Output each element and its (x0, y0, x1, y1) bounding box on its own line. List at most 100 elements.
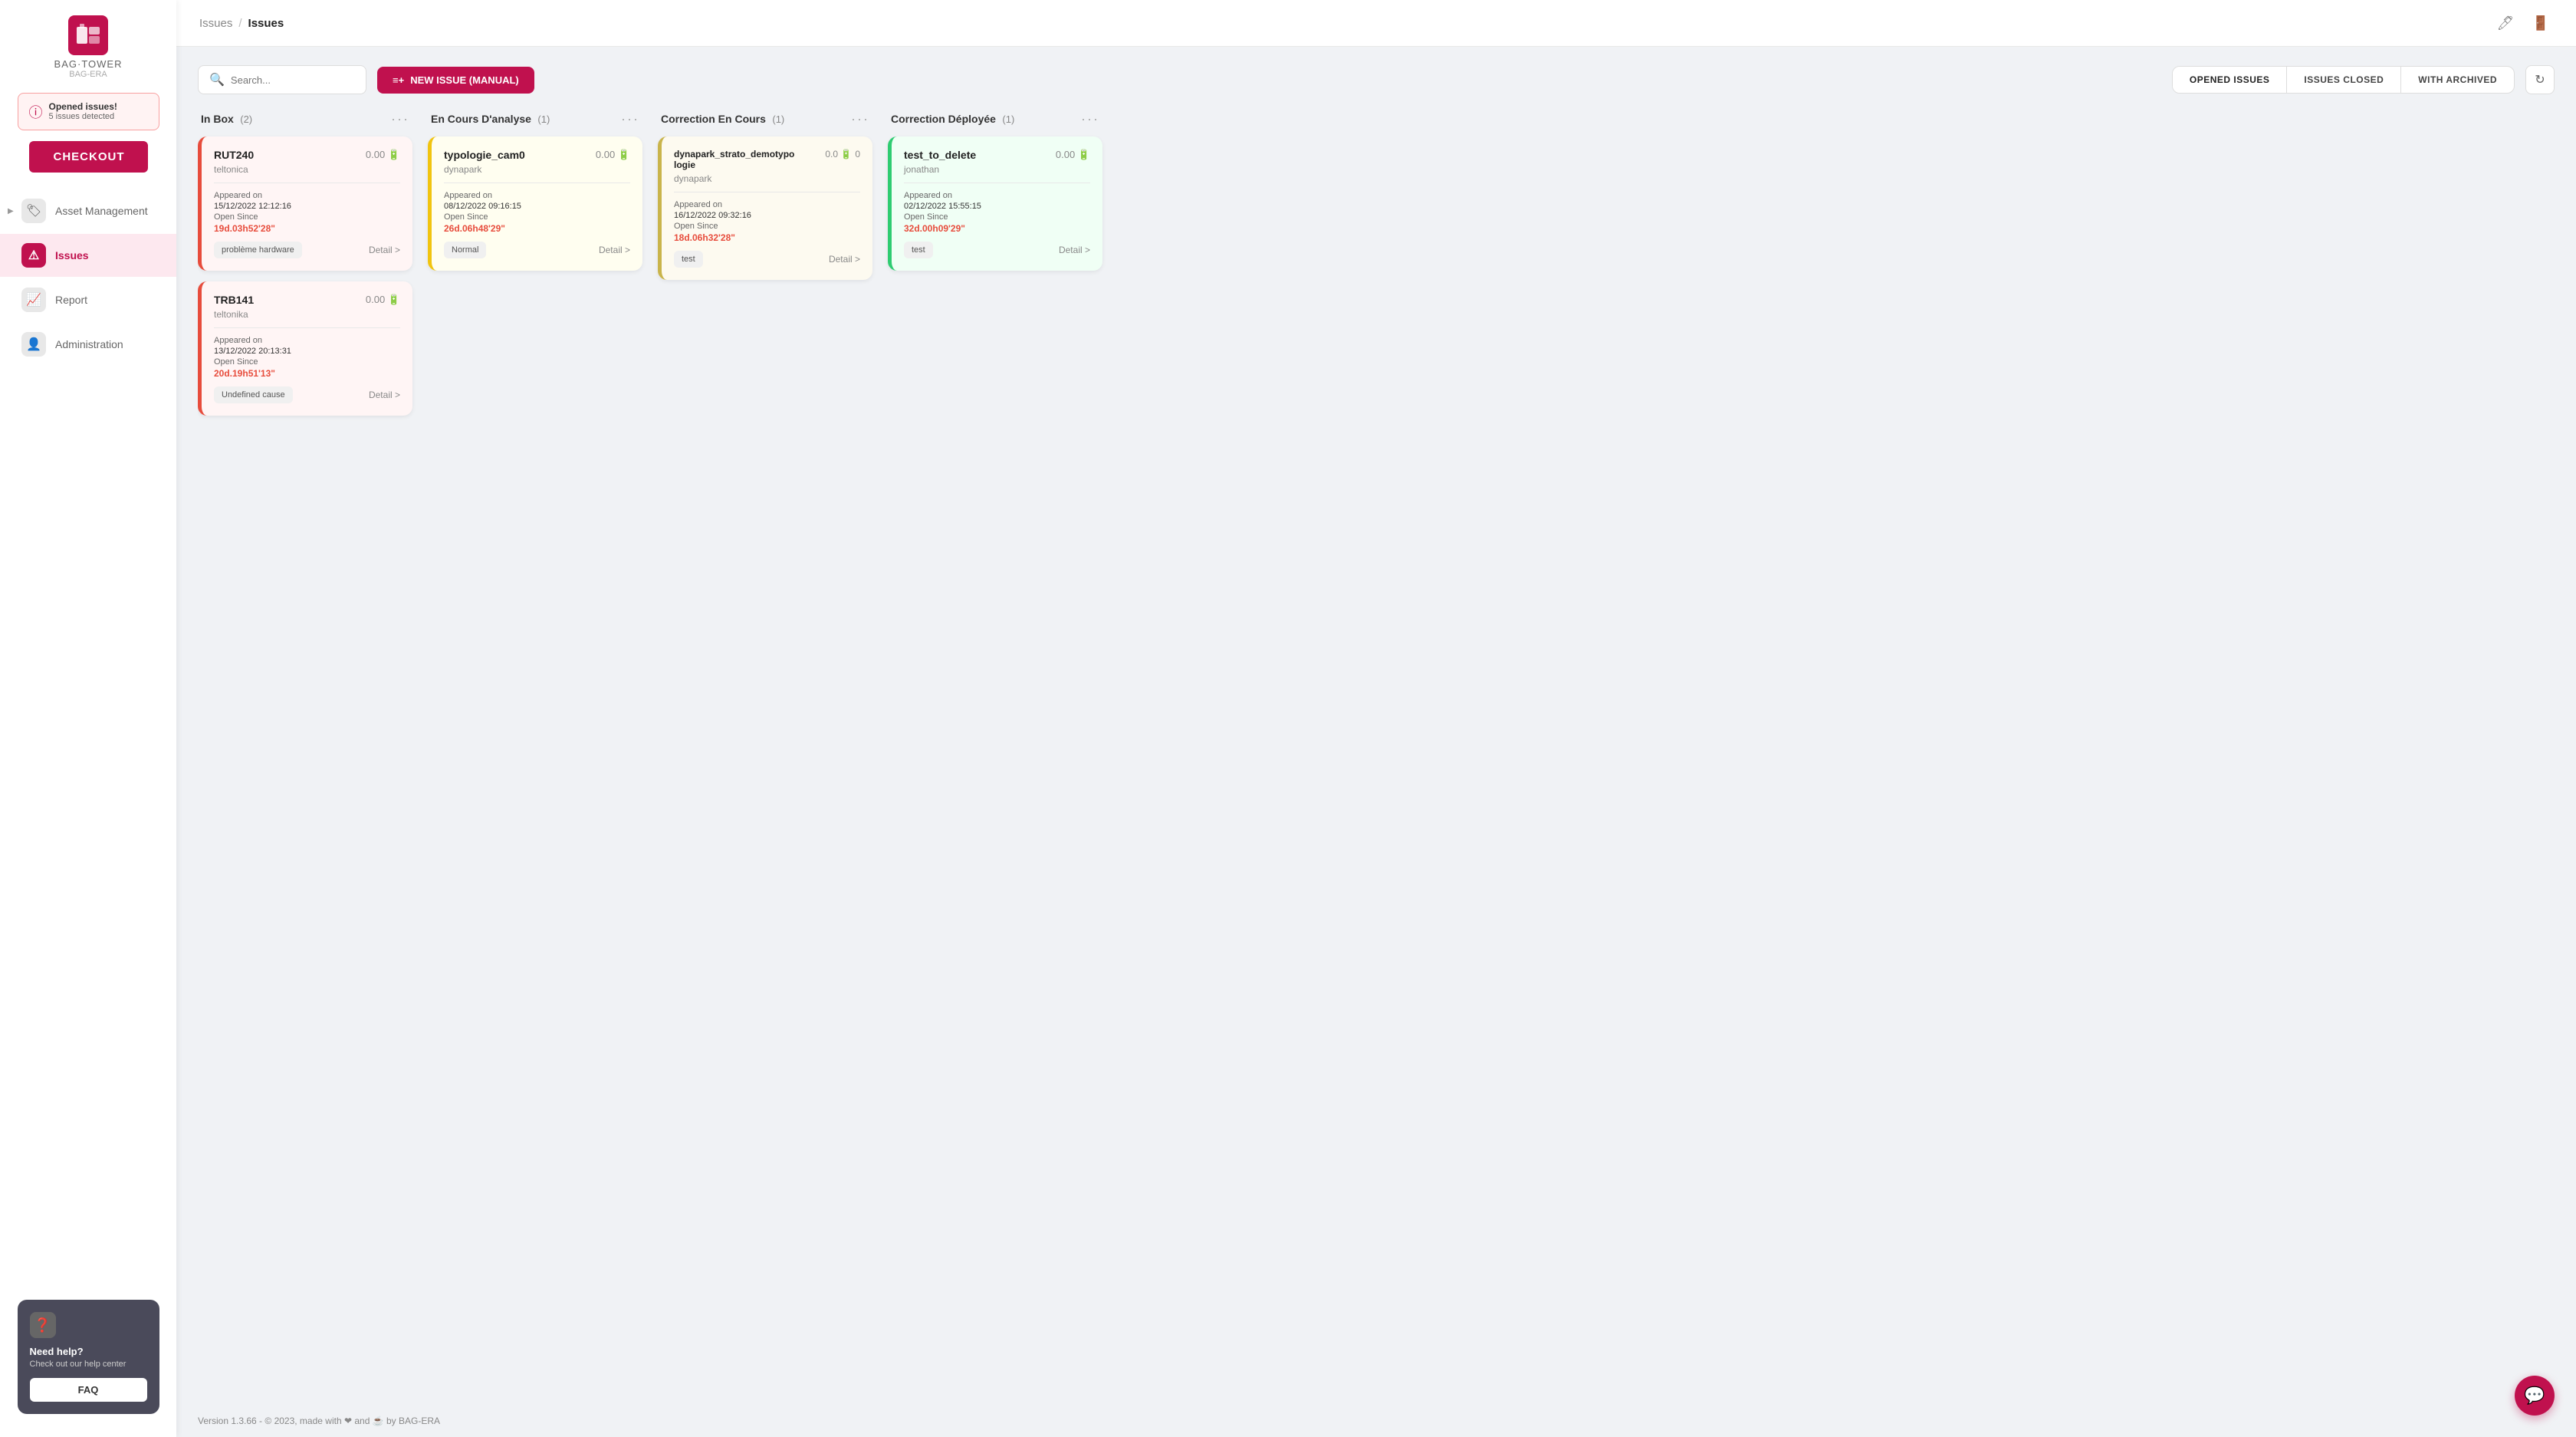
card-strato-footer: test Detail > (674, 251, 860, 268)
card-trb141-tag: Undefined cause (214, 386, 293, 403)
user-settings-icon[interactable]: 🖊 (2493, 11, 2518, 35)
new-issue-button[interactable]: ≡+ NEW ISSUE (MANUAL) (377, 67, 534, 94)
breadcrumb-parent[interactable]: Issues (199, 17, 232, 30)
card-strato-header: dynapark_strato_demotypologie 0.0 🔋0 (674, 149, 860, 170)
card-rut240-tag: problème hardware (214, 242, 302, 258)
search-icon: 🔍 (209, 72, 225, 87)
card-strato-score: 0.0 🔋0 (825, 149, 860, 159)
card-cam0-detail-link[interactable]: Detail > (599, 245, 630, 255)
help-icon: ❓ (30, 1312, 56, 1338)
sidebar-item-asset-management[interactable]: ▶ 🏷 Asset Management (0, 189, 176, 232)
logout-icon[interactable]: 🚪 (2528, 11, 2553, 35)
card-strato-open-since: 18d.06h32'28" (674, 232, 860, 243)
card-rut240-open-since: 19d.03h52'28" (214, 223, 400, 234)
card-rut240-open-since-label: Open Since (214, 212, 400, 222)
issues-icon: ⚠ (21, 243, 46, 268)
chat-button[interactable]: 💬 (2515, 1376, 2555, 1416)
logo-icon (68, 15, 108, 55)
card-rut240: RUT240 0.00 🔋 teltonica Appeared on 15/1… (198, 136, 412, 271)
card-rut240-appeared-label: Appeared on (214, 191, 400, 200)
sidebar-item-label-admin: Administration (55, 338, 123, 350)
card-trb141-score: 0.00 🔋 (366, 294, 400, 306)
kanban-board: In Box (2) ··· RUT240 0.00 🔋 teltonica A… (198, 111, 2555, 434)
help-title: Need help? (30, 1346, 147, 1357)
column-inbox-count: (2) (240, 113, 252, 125)
chevron-icon: ▶ (8, 207, 14, 215)
column-en-cours-menu[interactable]: ··· (621, 111, 639, 127)
breadcrumb-current: Issues (248, 17, 284, 30)
card-trb141-appeared-date: 13/12/2022 20:13:31 (214, 347, 400, 356)
sidebar-item-report[interactable]: 📈 Report (0, 278, 176, 321)
tab-issues-closed[interactable]: ISSUES CLOSED (2287, 67, 2401, 93)
card-strato-detail-link[interactable]: Detail > (829, 254, 860, 265)
card-strato-subtitle: dynapark (674, 173, 860, 184)
card-trb141: TRB141 0.00 🔋 teltonika Appeared on 13/1… (198, 281, 412, 416)
card-strato-appeared-label: Appeared on (674, 200, 860, 209)
column-correction-en-cours: Correction En Cours (1) ··· dynapark_str… (658, 111, 872, 426)
faq-button[interactable]: FAQ (30, 1378, 147, 1402)
sidebar: BAG·TOWER BAG-ERA ⓘ Opened issues! 5 iss… (0, 0, 176, 1437)
column-en-cours-title: En Cours D'analyse (431, 113, 531, 125)
card-test-header: test_to_delete 0.00 🔋 (904, 149, 1090, 161)
tab-opened-issues[interactable]: OPENED ISSUES (2173, 67, 2288, 93)
column-correction-header: Correction En Cours (1) ··· (658, 111, 872, 127)
sidebar-item-label-issues: Issues (55, 249, 89, 261)
card-dynapark-strato: dynapark_strato_demotypologie 0.0 🔋0 dyn… (658, 136, 872, 280)
checkout-button[interactable]: CHECKOUT (29, 141, 148, 173)
column-correction-menu[interactable]: ··· (851, 111, 869, 127)
tab-with-archived[interactable]: WITH ARCHIVED (2401, 67, 2514, 93)
card-trb141-appeared-label: Appeared on (214, 336, 400, 345)
column-en-cours-count: (1) (537, 113, 550, 125)
column-correction-count: (1) (772, 113, 784, 125)
column-deployee-title: Correction Déployée (891, 113, 996, 125)
report-icon: 📈 (21, 288, 46, 312)
card-cam0-footer: Normal Detail > (444, 242, 630, 258)
card-rut240-subtitle: teltonica (214, 164, 400, 175)
topbar-icons: 🖊 🚪 (2493, 11, 2553, 35)
card-cam0-subtitle: dynapark (444, 164, 630, 175)
card-strato-appeared-date: 16/12/2022 09:32:16 (674, 211, 860, 220)
column-inbox-header: In Box (2) ··· (198, 111, 412, 127)
card-cam0-appeared-label: Appeared on (444, 191, 630, 200)
card-trb141-detail-link[interactable]: Detail > (369, 390, 400, 400)
plus-icon: ≡+ (393, 74, 404, 86)
footer: Version 1.3.66 - © 2023, made with ❤ and… (176, 1405, 2576, 1437)
card-strato-tag: test (674, 251, 703, 268)
nav-menu: ▶ 🏷 Asset Management ⚠ Issues 📈 Report 👤… (0, 189, 176, 366)
topbar: Issues / Issues 🖊 🚪 (176, 0, 2576, 47)
content-area: 🔍 ≡+ NEW ISSUE (MANUAL) OPENED ISSUES IS… (176, 47, 2576, 1405)
sidebar-item-administration[interactable]: 👤 Administration (0, 323, 176, 366)
sidebar-item-label-asset: Asset Management (55, 205, 148, 217)
sidebar-item-label-report: Report (55, 294, 87, 306)
main-content: Issues / Issues 🖊 🚪 🔍 ≡+ NEW ISSUE (MANU… (176, 0, 2576, 1437)
column-deployee-header: Correction Déployée (1) ··· (888, 111, 1102, 127)
help-subtitle: Check out our help center (30, 1360, 147, 1369)
card-trb141-open-since-label: Open Since (214, 357, 400, 367)
column-inbox-menu[interactable]: ··· (391, 111, 409, 127)
search-box: 🔍 (198, 65, 366, 94)
card-rut240-detail-link[interactable]: Detail > (369, 245, 400, 255)
card-trb141-header: TRB141 0.00 🔋 (214, 294, 400, 306)
card-test-open-since: 32d.00h09'29" (904, 223, 1090, 234)
search-input[interactable] (231, 74, 355, 86)
column-deployee-menu[interactable]: ··· (1081, 111, 1099, 127)
card-cam0-appeared-date: 08/12/2022 09:16:15 (444, 202, 630, 211)
column-inbox: In Box (2) ··· RUT240 0.00 🔋 teltonica A… (198, 111, 412, 426)
refresh-button[interactable]: ↻ (2525, 65, 2555, 94)
card-rut240-footer: problème hardware Detail > (214, 242, 400, 258)
column-deployee-count: (1) (1002, 113, 1014, 125)
card-test-detail-link[interactable]: Detail > (1059, 245, 1090, 255)
card-strato-open-since-label: Open Since (674, 222, 860, 231)
sidebar-item-issues[interactable]: ⚠ Issues (0, 234, 176, 277)
card-test-tag: test (904, 242, 933, 258)
help-card: ❓ Need help? Check out our help center F… (18, 1300, 159, 1414)
tab-group: OPENED ISSUES ISSUES CLOSED WITH ARCHIVE… (2172, 66, 2515, 94)
toolbar: 🔍 ≡+ NEW ISSUE (MANUAL) OPENED ISSUES IS… (198, 65, 2555, 94)
card-cam0-open-since: 26d.06h48'29" (444, 223, 630, 234)
card-trb141-title: TRB141 (214, 294, 254, 306)
card-trb141-footer: Undefined cause Detail > (214, 386, 400, 403)
card-cam0-open-since-label: Open Since (444, 212, 630, 222)
card-cam0-header: typologie_cam0 0.00 🔋 (444, 149, 630, 161)
administration-icon: 👤 (21, 332, 46, 357)
card-cam0-tag: Normal (444, 242, 486, 258)
